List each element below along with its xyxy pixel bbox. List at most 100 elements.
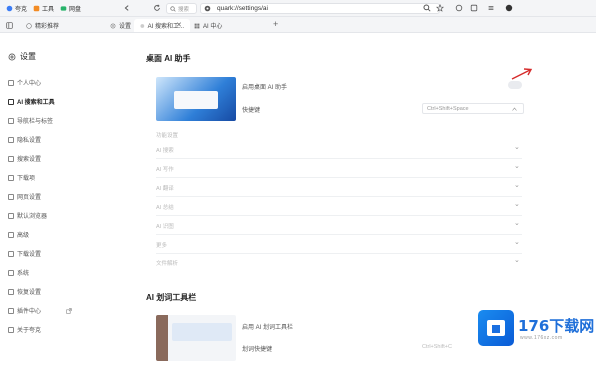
sidebar-item-privacy[interactable]: 隐私设置 <box>8 135 41 144</box>
toolbar-item-quark[interactable]: 夸克 <box>6 4 27 13</box>
url-text: quark://settings/ai <box>217 5 268 12</box>
monitor-icon <box>8 269 14 276</box>
ai-toolbar-shortcut-value[interactable]: Ctrl+Shift+C <box>422 344 452 350</box>
sidebar-item-personal[interactable]: 个人中心 <box>8 78 41 87</box>
shortcut-label: 快捷键 <box>242 108 261 114</box>
section-desktop-ai-title: 桌面 AI 助手 <box>146 54 191 63</box>
sidebar-item-label: 恢复设置 <box>17 290 42 296</box>
toolbar-item-label: 工具 <box>42 6 55 13</box>
tab-ai-center[interactable]: AI 中心 <box>188 19 228 32</box>
sidebar-item-label: 默认浏览器 <box>17 214 48 220</box>
feature-row-label: AI 搜索 <box>156 148 174 154</box>
settings-sidebar: 设置 个人中心 AI 搜索和工具 导航栏与标签 隐私设置 搜索设置 下载项 网页… <box>0 33 120 366</box>
row-toggle-icon[interactable]: ⌄ <box>514 143 520 151</box>
sidebar-item-label: 下载设置 <box>17 252 42 258</box>
toolbar-item-label: 夸克 <box>15 6 28 13</box>
toolbar-item-netdisk[interactable]: 网盘 <box>60 4 81 13</box>
row-divider <box>156 196 522 197</box>
sidebar-item-reset[interactable]: 恢复设置 <box>8 287 41 296</box>
settings-title-text: 设置 <box>20 52 36 61</box>
sidebar-item-nav-tabs[interactable]: 导航栏与标签 <box>8 116 53 125</box>
sidebar-item-default-browser[interactable]: 默认浏览器 <box>8 211 47 220</box>
row-divider <box>156 158 522 159</box>
netdisk-icon <box>60 5 67 11</box>
sidebar-item-plugins[interactable]: 插件中心 <box>8 306 72 315</box>
zoom-icon[interactable] <box>423 4 431 12</box>
web-icon <box>8 193 14 200</box>
address-bar[interactable]: quark://settings/ai <box>200 3 440 14</box>
back-icon[interactable] <box>123 4 131 12</box>
toolbar-item-tools[interactable]: 工具 <box>33 4 54 13</box>
search-placeholder: 搜索 <box>178 6 190 13</box>
desktop-ai-preview-image <box>156 77 236 121</box>
shortcut-value: Ctrl+Shift+Space <box>427 105 469 112</box>
sidebar-item-label: 系统 <box>17 271 30 277</box>
sidebar-item-downloads[interactable]: 下载项 <box>8 173 35 182</box>
menu-icon[interactable] <box>487 4 495 12</box>
close-tab-icon[interactable]: ✕ <box>176 21 182 29</box>
grid-icon <box>194 23 200 28</box>
ai-icon <box>8 98 14 105</box>
search-icon <box>8 155 14 162</box>
sidebar-item-label: 搜索设置 <box>17 157 42 163</box>
sidebar-item-search[interactable]: 搜索设置 <box>8 154 41 163</box>
advanced-icon <box>8 231 14 238</box>
ai-toolbar-shortcut-label: 划词快捷键 <box>242 347 273 353</box>
sync-icon[interactable] <box>455 4 463 12</box>
sidebar-item-download-settings[interactable]: 下载设置 <box>8 249 41 258</box>
sidebar-item-label: 网页设置 <box>17 195 42 201</box>
row-toggle-icon[interactable]: ⌄ <box>514 256 520 264</box>
info-icon <box>8 326 14 333</box>
new-tab-icon[interactable]: + <box>273 19 278 29</box>
tab-overview-icon[interactable] <box>6 22 13 29</box>
browser-toolbar: 夸克 工具 网盘 搜索 quark://settings/ai <box>0 0 596 17</box>
quark-logo-icon <box>6 5 13 11</box>
toolbar-item-label: 网盘 <box>69 6 82 13</box>
download-settings-icon <box>8 250 14 257</box>
section-ai-toolbar-title: AI 划词工具栏 <box>146 293 197 302</box>
tabs-icon <box>8 117 14 124</box>
user-icon <box>8 79 14 86</box>
desktop-ai-toggle-label: 启用桌面 AI 助手 <box>242 85 288 91</box>
row-toggle-icon[interactable]: ⌄ <box>514 162 520 170</box>
avatar-icon[interactable] <box>505 4 513 12</box>
bookmark-star-icon[interactable] <box>436 4 444 12</box>
tab-featured[interactable]: 精彩推荐 <box>20 19 65 32</box>
sidebar-item-advanced[interactable]: 高级 <box>8 230 29 239</box>
row-toggle-icon[interactable]: ⌄ <box>514 219 520 227</box>
site-info-icon <box>204 5 211 12</box>
tools-icon <box>33 5 40 11</box>
row-toggle-icon[interactable]: ⌄ <box>514 238 520 246</box>
preview-window <box>174 91 218 109</box>
plugin-icon <box>8 307 14 314</box>
search-engine-box[interactable]: 搜索 <box>166 3 197 14</box>
row-toggle-icon[interactable]: ⌄ <box>514 200 520 208</box>
desktop-ai-toggle[interactable] <box>508 81 522 89</box>
sidebar-item-web[interactable]: 网页设置 <box>8 192 41 201</box>
tab-label: AI 中心 <box>203 24 223 30</box>
sidebar-item-about[interactable]: 关于夸克 <box>8 325 41 334</box>
tab-settings[interactable]: 设置 <box>104 19 137 32</box>
sidebar-item-system[interactable]: 系统 <box>8 268 29 277</box>
watermark-logo-icon <box>478 310 514 346</box>
sidebar-item-label: 插件中心 <box>17 309 42 315</box>
feature-row-label: AI 写作 <box>156 167 174 173</box>
feature-row-label: 文件解析 <box>156 261 179 267</box>
refresh-icon[interactable] <box>153 4 161 12</box>
ai-toolbar-preview-image <box>156 315 236 361</box>
shortcut-select[interactable]: Ctrl+Shift+Space <box>422 103 524 114</box>
shield-icon <box>8 136 14 143</box>
sidebar-item-label: 关于夸克 <box>17 328 42 334</box>
feature-row-label: AI 总结 <box>156 205 174 211</box>
sidebar-item-ai[interactable]: AI 搜索和工具 <box>8 97 55 106</box>
ai-toolbar-toggle-label: 启用 AI 划词工具栏 <box>242 325 294 331</box>
feature-subheader: 功能设置 <box>156 133 179 139</box>
sidebar-item-label: 导航栏与标签 <box>17 119 54 125</box>
extensions-icon[interactable] <box>470 4 478 12</box>
row-toggle-icon[interactable]: ⌄ <box>514 181 520 189</box>
row-divider <box>156 234 522 235</box>
external-link-icon <box>66 307 72 314</box>
ai-icon <box>140 23 145 28</box>
watermark-text: 176下载网 <box>518 317 595 335</box>
preview-popup <box>172 323 232 341</box>
